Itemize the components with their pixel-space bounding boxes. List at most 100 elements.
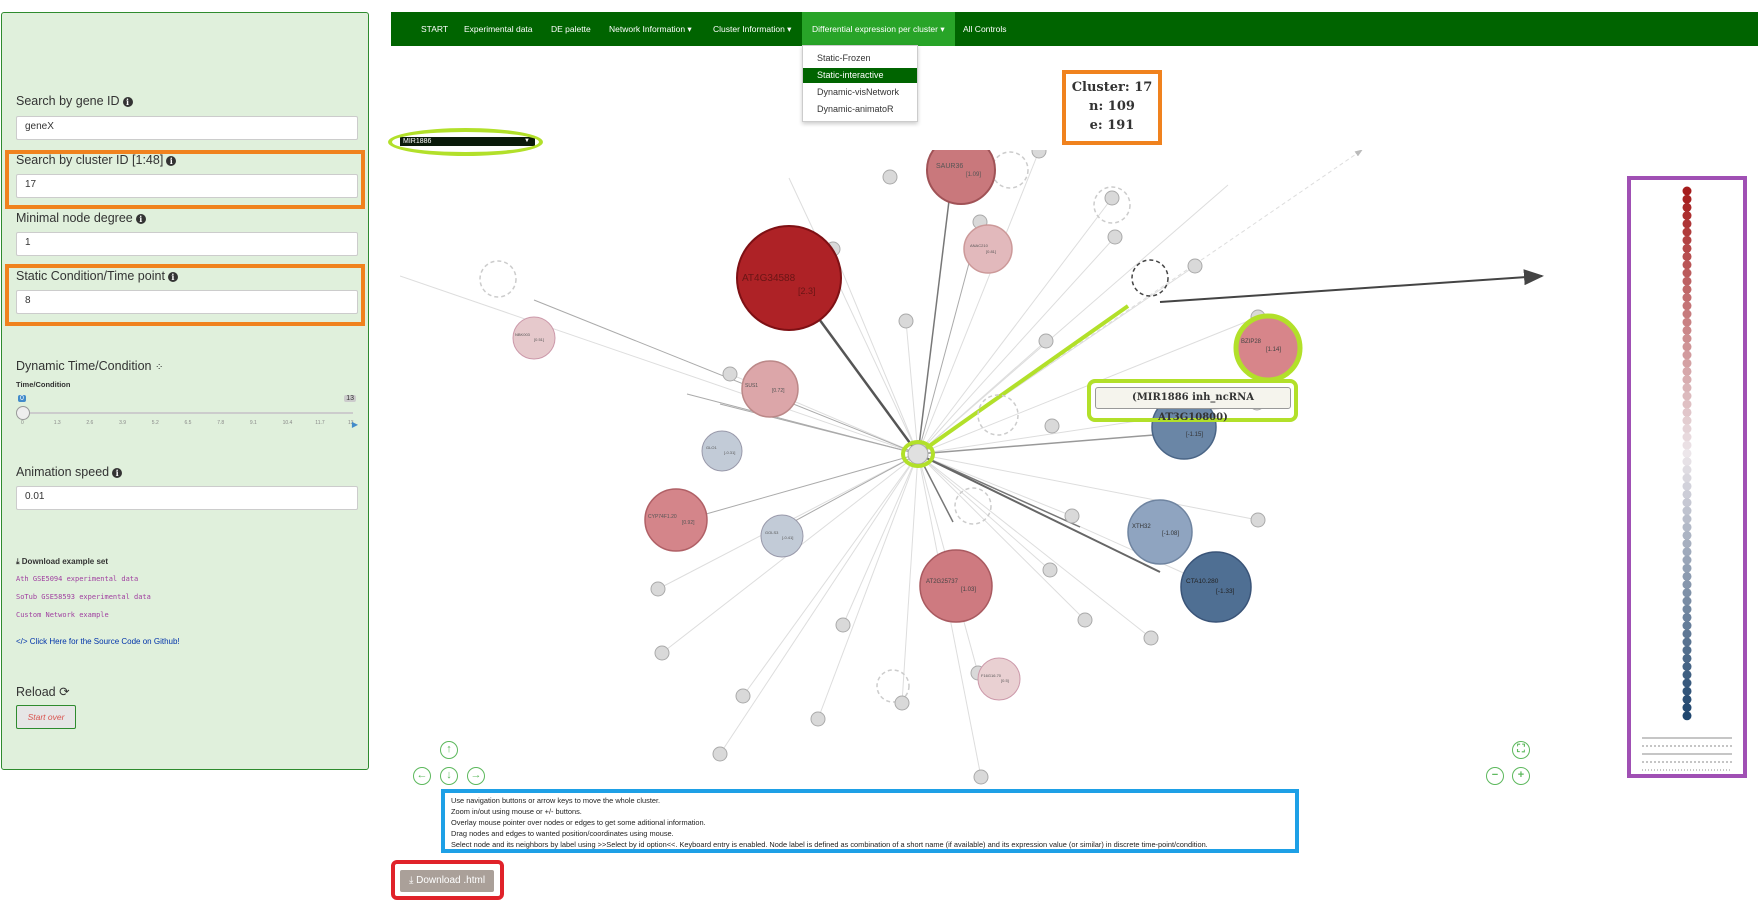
- sidebar-panel: Search by gene ID i geneX Search by clust…: [1, 12, 369, 770]
- slider-max-badge: 13: [344, 395, 356, 402]
- slider-label: Time/Condition: [16, 380, 71, 389]
- dropdown-item-static-interactive[interactable]: Static-interactive: [803, 68, 917, 83]
- nav-all-controls[interactable]: All Controls: [963, 12, 1006, 46]
- svg-text:SAUR36: SAUR36: [936, 163, 963, 170]
- svg-text:F16G16.70: F16G16.70: [981, 673, 1002, 678]
- download-example-label: ⤓ Download example set: [16, 557, 109, 566]
- nav-left-button[interactable]: ←: [413, 767, 431, 785]
- slider-tick: 0: [21, 420, 24, 426]
- slider-tick: 6.5: [184, 420, 192, 426]
- slider-tick: 7.8: [217, 420, 225, 426]
- help-highlight-box: [441, 789, 1299, 853]
- hub-node-mir1886[interactable]: [901, 440, 935, 468]
- svg-text:AT2G25737: AT2G25737: [926, 579, 959, 585]
- de-dropdown-menu: Static-Frozen Static-interactive Dynamic…: [802, 45, 918, 122]
- minus-icon: −: [1491, 769, 1499, 781]
- network-node: NBK003 [0.51]: [512, 316, 556, 360]
- example-link-sotub[interactable]: SoTub GSE58593 experimental data: [16, 593, 151, 601]
- info-icon[interactable]: i: [135, 213, 146, 224]
- dropdown-item-dynamic-visnetwork[interactable]: Dynamic-visNetwork: [803, 85, 917, 100]
- github-link[interactable]: </> Click Here for the Source Code on Gi…: [16, 637, 180, 646]
- network-node: AT2G25737 [1.03]: [919, 549, 993, 623]
- nav-cluster-info[interactable]: Cluster Information ▾: [713, 12, 791, 46]
- condition-highlight-box: [5, 264, 365, 326]
- slider-tick: 1.3: [53, 420, 61, 426]
- start-over-button[interactable]: Start over: [16, 705, 76, 729]
- info-icon[interactable]: i: [122, 96, 133, 107]
- slider-tick: 10.4: [282, 420, 293, 426]
- node-tooltip: (MIR1886 inh_ncRNA AT3G10800): [1095, 387, 1291, 423]
- network-node: ANAC210 [0.81]: [963, 224, 1013, 274]
- svg-text:ANAC210: ANAC210: [970, 243, 989, 248]
- arrow-left-icon: ←: [416, 769, 428, 781]
- nav-network-info[interactable]: Network Information ▾: [609, 12, 692, 46]
- network-node: CTA10.280 [-1.33]: [1180, 551, 1252, 623]
- top-navbar: START Experimental data DE palette Netwo…: [391, 12, 1758, 46]
- network-canvas[interactable]: SAUR36 [1.09] ANAC210 [0.81] AT4G34588 […: [400, 150, 1550, 790]
- network-node: GOLS3 [-0.41]: [760, 514, 804, 558]
- nav-start[interactable]: START: [421, 12, 448, 46]
- slider-min-badge: 0: [18, 395, 26, 402]
- zoom-fit-button[interactable]: ⛶: [1512, 741, 1530, 759]
- nav-up-button[interactable]: ↑: [440, 741, 458, 759]
- slider-track: [21, 412, 353, 414]
- svg-text:[0.81]: [0.81]: [986, 249, 996, 254]
- cluster-highlight-box: [5, 150, 365, 209]
- svg-text:[0.5]: [0.5]: [1001, 678, 1009, 683]
- dropdown-item-dynamic-animator[interactable]: Dynamic-animatoR: [803, 102, 917, 117]
- network-node: BZIP28 [1.14]: [1233, 313, 1303, 383]
- download-highlight-box: [391, 860, 504, 900]
- network-node: F16G16.70 [0.5]: [977, 657, 1021, 701]
- dynamic-label: Dynamic Time/Condition ⁘: [16, 359, 164, 373]
- svg-text:[1.09]: [1.09]: [966, 172, 981, 178]
- nav-de-palette[interactable]: DE palette: [551, 12, 591, 46]
- network-node: AT4G34588 [2.3]: [736, 225, 842, 331]
- example-link-custom[interactable]: Custom Network example: [16, 611, 109, 619]
- fit-icon: ⛶: [1517, 743, 1525, 755]
- small-nodes: [650, 150, 1266, 785]
- self-loops: [479, 151, 1169, 703]
- svg-text:XTH32: XTH32: [1132, 524, 1151, 530]
- min-degree-input[interactable]: 1: [16, 232, 358, 256]
- svg-text:BZIP28: BZIP28: [1241, 339, 1262, 345]
- svg-text:[-1.08]: [-1.08]: [1162, 531, 1179, 537]
- svg-text:[-0.31]: [-0.31]: [724, 450, 735, 455]
- slider-tick: 11.7: [315, 420, 325, 426]
- zoom-in-button[interactable]: +: [1512, 767, 1530, 785]
- svg-text:NBK003: NBK003: [515, 332, 531, 337]
- svg-text:AT4G34588: AT4G34588: [742, 273, 796, 284]
- nav-experimental-data[interactable]: Experimental data: [464, 12, 533, 46]
- reload-label: Reload ⟳: [16, 685, 70, 699]
- svg-text:[0.92]: [0.92]: [682, 520, 695, 526]
- time-slider[interactable]: 0 13 0 1.3 2.6 3.9 5.2 6.5 7.8 9.1 10.4 11.7 13 ▶: [16, 393, 358, 433]
- nav-down-button[interactable]: ↓: [440, 767, 458, 785]
- nav-right-button[interactable]: →: [467, 767, 485, 785]
- network-node: SAUR36 [1.09]: [926, 150, 996, 205]
- svg-text:CTA10.280: CTA10.280: [1186, 578, 1219, 585]
- slider-ticks: 0 1.3 2.6 3.9 5.2 6.5 7.8 9.1 10.4 11.7 13: [21, 420, 354, 430]
- dropdown-item-static-frozen[interactable]: Static-Frozen: [803, 51, 917, 66]
- svg-text:GOLS3: GOLS3: [765, 530, 779, 535]
- stats-highlight-box: [1062, 70, 1162, 145]
- network-node: CYP74F1.20 [0.92]: [644, 488, 708, 552]
- animation-speed-input[interactable]: 0.01: [16, 486, 358, 510]
- slider-tick: 5.2: [151, 420, 159, 426]
- svg-text:[-1.15]: [-1.15]: [1186, 432, 1203, 438]
- info-icon[interactable]: i: [112, 467, 123, 478]
- network-node: GLO1 [-0.31]: [701, 430, 743, 472]
- svg-text:[0.72]: [0.72]: [772, 388, 785, 394]
- gene-search-label: Search by gene ID i: [16, 94, 133, 108]
- slider-handle[interactable]: [16, 406, 30, 420]
- gene-search-input[interactable]: geneX: [16, 116, 358, 140]
- zoom-out-button[interactable]: −: [1486, 767, 1504, 785]
- play-icon[interactable]: ▶: [352, 420, 358, 429]
- nav-de-per-cluster[interactable]: Differential expression per cluster ▾: [802, 12, 955, 46]
- animation-speed-label: Animation speed i: [16, 465, 123, 479]
- example-link-ath[interactable]: Ath GSE5094 experimental data: [16, 575, 138, 583]
- svg-text:[1.03]: [1.03]: [961, 587, 976, 593]
- svg-text:[-0.41]: [-0.41]: [782, 535, 793, 540]
- slider-tick: 9.1: [249, 420, 257, 426]
- network-node: XTH32 [-1.08]: [1127, 499, 1193, 565]
- legend-highlight-box: [1627, 176, 1747, 778]
- svg-text:[0.51]: [0.51]: [534, 337, 544, 342]
